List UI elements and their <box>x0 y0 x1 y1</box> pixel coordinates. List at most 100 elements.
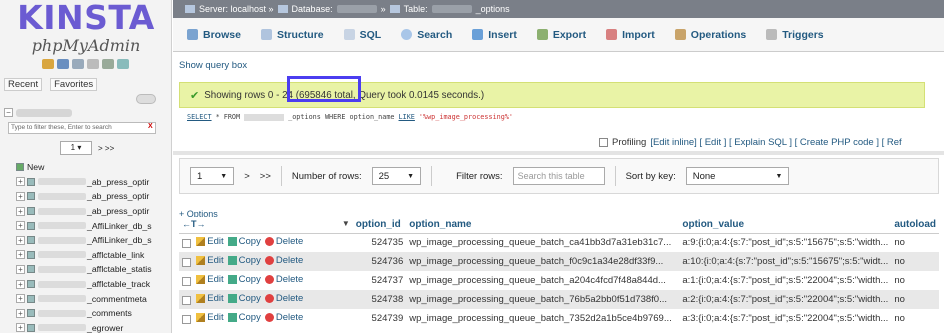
cell-option-id[interactable]: 524735 <box>352 233 407 252</box>
expand-icon[interactable]: + <box>16 294 25 304</box>
last-page-button[interactable]: >> <box>260 171 271 182</box>
cell-option-value[interactable]: a:10:{i:0;a:4:{s:7:"post_id";s:5:"15675"… <box>679 252 892 271</box>
edit-button[interactable]: Edit <box>196 255 224 266</box>
tree-item-table[interactable]: + _ab_press_optir <box>16 204 152 219</box>
cell-autoload[interactable]: no <box>891 252 939 271</box>
tree-item-table[interactable]: + _afflctable_track <box>16 277 152 292</box>
cell-option-name[interactable]: wp_image_processing_queue_batch_f0c9c1a3… <box>406 252 680 271</box>
tree-item-table[interactable]: + _egrower <box>16 321 152 333</box>
delete-button[interactable]: Delete <box>264 274 303 285</box>
cell-option-name[interactable]: wp_image_processing_queue_batch_7352d2a1… <box>406 309 680 328</box>
tab-import[interactable]: Import <box>598 23 663 47</box>
expand-icon[interactable]: + <box>16 323 25 333</box>
exit-icon[interactable] <box>57 59 69 69</box>
column-autoload[interactable]: autoload <box>891 217 939 234</box>
next-page-button[interactable]: > <box>244 171 250 182</box>
tab-insert[interactable]: Insert <box>464 23 525 47</box>
tab-sql[interactable]: SQL <box>336 23 390 47</box>
phpmyadmin-logo[interactable]: phpMyAdmin <box>6 36 166 55</box>
expand-icon[interactable]: + <box>16 221 25 231</box>
row-checkbox[interactable] <box>182 276 191 286</box>
row-checkbox[interactable] <box>182 239 191 249</box>
tree-item-new[interactable]: New <box>16 160 152 175</box>
copy-button[interactable]: Copy <box>227 274 261 285</box>
link-toggle-icon[interactable] <box>136 94 156 104</box>
edit-button[interactable]: Edit <box>196 236 224 247</box>
expand-icon[interactable]: + <box>16 191 25 201</box>
settings-icon[interactable] <box>102 59 114 69</box>
tree-item-table[interactable]: + _ab_press_optir <box>16 175 152 190</box>
tree-item-table[interactable]: + _commentmeta <box>16 291 152 306</box>
tab-operations[interactable]: Operations <box>667 23 754 47</box>
tab-triggers[interactable]: Triggers <box>758 23 831 47</box>
collapse-icon[interactable]: − <box>4 108 13 117</box>
home-icon[interactable] <box>42 59 54 69</box>
tree-item-table[interactable]: + _AffiLinker_db_s <box>16 233 152 248</box>
delete-button[interactable]: Delete <box>264 255 303 266</box>
tab-recent[interactable]: Recent <box>4 78 43 91</box>
delete-button[interactable]: Delete <box>264 312 303 323</box>
cell-option-name[interactable]: wp_image_processing_queue_batch_a204c4fc… <box>406 271 680 290</box>
expand-icon[interactable]: + <box>16 235 25 245</box>
reload-icon[interactable] <box>117 59 129 69</box>
expand-icon[interactable]: + <box>16 177 25 187</box>
delete-button[interactable]: Delete <box>264 293 303 304</box>
column-option-name[interactable]: option_name <box>406 217 680 234</box>
tree-item-table[interactable]: + _AffiLinker_db_s <box>16 218 152 233</box>
cell-option-value[interactable]: a:1:{i:0;a:4:{s:7:"post_id";s:5:"22004";… <box>679 271 892 290</box>
copy-button[interactable]: Copy <box>227 293 261 304</box>
copy-button[interactable]: Copy <box>227 255 261 266</box>
database-node[interactable]: − <box>4 108 72 117</box>
column-option-value[interactable]: option_value <box>679 217 892 234</box>
tree-item-table[interactable]: + _comments <box>16 306 152 321</box>
cell-autoload[interactable]: no <box>891 271 939 290</box>
filter-rows-input[interactable]: Search this table <box>512 167 605 185</box>
column-arrows[interactable]: ←T→ ▼ <box>179 217 353 234</box>
breadcrumb-table[interactable]: Table: <box>404 4 428 14</box>
page-select[interactable]: 1 ▼ <box>190 167 235 185</box>
cell-option-id[interactable]: 524739 <box>352 309 407 328</box>
cell-option-value[interactable]: a:9:{i:0;a:4:{s:7:"post_id";s:5:"15675";… <box>679 233 892 252</box>
help-icon[interactable] <box>87 59 99 69</box>
cell-autoload[interactable]: no <box>891 309 939 328</box>
clear-filter-icon[interactable]: X <box>148 123 153 130</box>
cell-autoload[interactable]: no <box>891 290 939 309</box>
sort-key-select[interactable]: None ▼ <box>685 167 790 185</box>
edit-button[interactable]: Edit <box>196 312 224 323</box>
delete-button[interactable]: Delete <box>264 236 303 247</box>
tree-item-table[interactable]: + _afflctable_statis <box>16 262 152 277</box>
sidebar-page-nav[interactable]: > >> <box>98 144 114 153</box>
docs-icon[interactable] <box>72 59 84 69</box>
edit-button[interactable]: Edit <box>196 293 224 304</box>
cell-option-value[interactable]: a:2:{i:0;a:4:{s:7:"post_id";s:5:"22004";… <box>679 290 892 309</box>
tab-export[interactable]: Export <box>529 23 594 47</box>
column-option-id[interactable]: option_id <box>352 217 407 234</box>
cell-option-name[interactable]: wp_image_processing_queue_batch_ca41bb3d… <box>406 233 680 252</box>
cell-option-id[interactable]: 524737 <box>352 271 407 290</box>
expand-icon[interactable]: + <box>16 264 25 274</box>
show-query-box-link[interactable]: Show query box <box>179 60 247 71</box>
kinsta-logo[interactable]: KINSTA <box>6 0 166 36</box>
tab-search[interactable]: Search <box>393 23 460 47</box>
tab-favorites[interactable]: Favorites <box>50 78 98 91</box>
cell-option-id[interactable]: 524738 <box>352 290 407 309</box>
tab-structure[interactable]: Structure <box>253 23 332 47</box>
tree-item-table[interactable]: + _afflctable_link <box>16 248 152 263</box>
row-checkbox[interactable] <box>182 257 191 267</box>
query-action-links[interactable]: [Edit inline] [ Edit ] [ Explain SQL ] [… <box>650 137 901 148</box>
tab-browse[interactable]: Browse <box>179 23 249 47</box>
expand-icon[interactable]: + <box>16 206 25 216</box>
expand-icon[interactable]: + <box>16 308 25 318</box>
copy-button[interactable]: Copy <box>227 312 261 323</box>
expand-icon[interactable]: + <box>16 250 25 260</box>
row-checkbox[interactable] <box>182 295 191 305</box>
cell-option-value[interactable]: a:3:{i:0;a:4:{s:7:"post_id";s:5:"22004";… <box>679 309 892 328</box>
expand-icon[interactable]: + <box>16 279 25 289</box>
table-filter-input[interactable]: Type to filter these, Enter to search <box>8 122 156 134</box>
breadcrumb-table-name[interactable]: _options <box>476 4 510 14</box>
breadcrumb-database[interactable]: Database: <box>292 4 333 14</box>
edit-button[interactable]: Edit <box>196 274 224 285</box>
rows-select[interactable]: 25 ▼ <box>371 167 422 185</box>
cell-option-id[interactable]: 524736 <box>352 252 407 271</box>
cell-autoload[interactable]: no <box>891 233 939 252</box>
